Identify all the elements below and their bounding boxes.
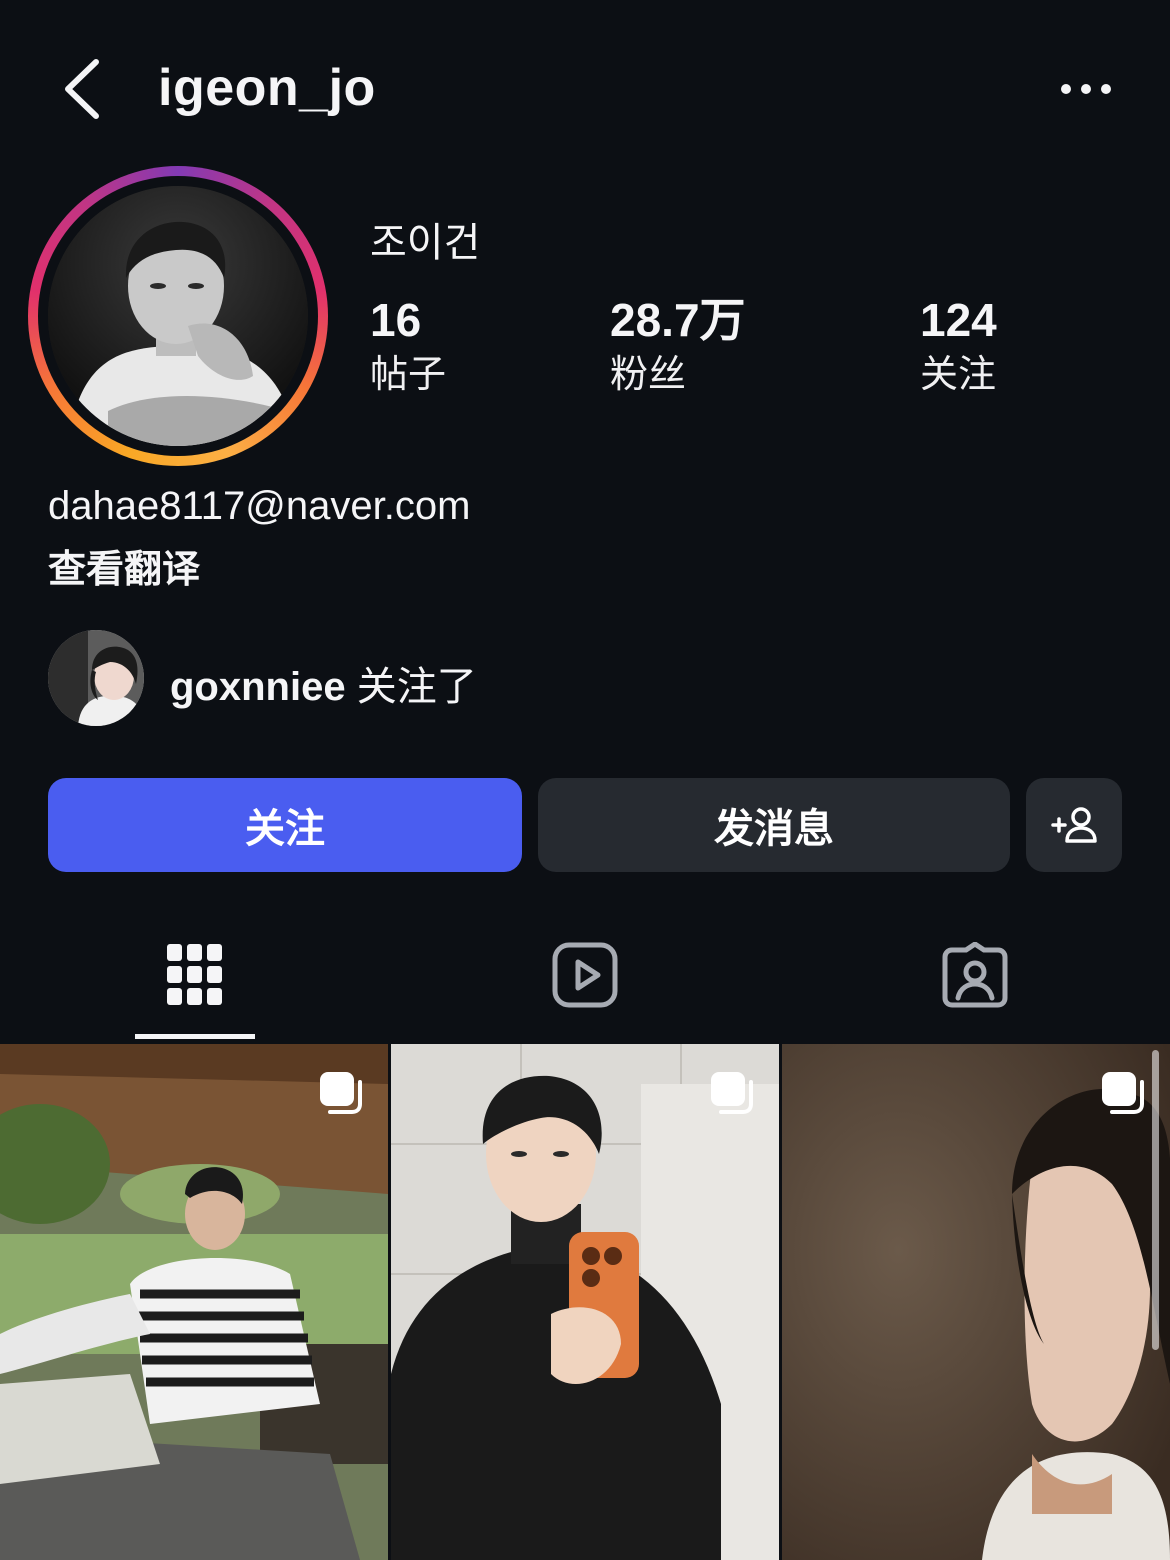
- active-tab-indicator: [135, 1034, 255, 1039]
- back-button[interactable]: [60, 56, 110, 122]
- carousel-icon: [1102, 1072, 1144, 1114]
- stat-following[interactable]: 124 关注: [920, 294, 997, 404]
- followed-by-row[interactable]: goxnniee 关注了: [48, 630, 748, 726]
- reels-icon: [552, 942, 618, 1008]
- grid-post-3[interactable]: [782, 1044, 1170, 1560]
- bio-email[interactable]: dahae8117@naver.com: [48, 484, 470, 529]
- ellipsis-icon: [1061, 84, 1111, 94]
- stat-following-label: 关注: [920, 354, 997, 396]
- followed-by-suffix: 关注了: [356, 665, 477, 709]
- grid-post-1[interactable]: [0, 1044, 388, 1560]
- profile-avatar[interactable]: [28, 166, 328, 466]
- tab-reels[interactable]: [525, 930, 645, 1020]
- stat-posts-count: 16: [370, 294, 422, 346]
- carousel-icon: [711, 1072, 753, 1114]
- carousel-icon: [320, 1072, 362, 1114]
- tab-posts-grid[interactable]: [135, 930, 255, 1020]
- grid-icon: [167, 944, 222, 1005]
- follow-button[interactable]: 关注: [48, 778, 522, 872]
- stat-following-count: 124: [920, 294, 997, 346]
- message-button[interactable]: 发消息: [538, 778, 1010, 872]
- display-name: 조이건: [370, 221, 481, 265]
- more-options-button[interactable]: [1058, 72, 1114, 106]
- follower-avatar: [48, 630, 144, 726]
- add-person-icon: [1051, 807, 1097, 843]
- suggest-accounts-button[interactable]: [1026, 778, 1122, 872]
- grid-post-2[interactable]: [391, 1044, 779, 1560]
- avatar-photo: [48, 186, 308, 446]
- stat-posts-label: 帖子: [370, 354, 447, 396]
- profile-username: igeon_jo: [158, 59, 376, 117]
- stat-posts[interactable]: 16 帖子: [370, 294, 446, 404]
- see-translation-link[interactable]: 查看翻译: [48, 538, 200, 593]
- tab-tagged[interactable]: [915, 930, 1035, 1020]
- stat-followers-label: 粉丝: [610, 354, 687, 396]
- tagged-icon: [942, 942, 1008, 1008]
- scrollbar[interactable]: [1152, 1050, 1159, 1350]
- chevron-left-icon: [65, 59, 99, 119]
- follower-username[interactable]: goxnniee: [170, 665, 346, 709]
- followed-by-text: goxnniee 关注了: [170, 654, 477, 712]
- stat-followers[interactable]: 28.7万 粉丝: [610, 294, 746, 404]
- stat-followers-count: 28.7万: [610, 294, 746, 346]
- profile-page: igeon_jo 조이건 16 帖子 28.7万 粉丝 124 关注 dahae…: [0, 0, 1170, 1560]
